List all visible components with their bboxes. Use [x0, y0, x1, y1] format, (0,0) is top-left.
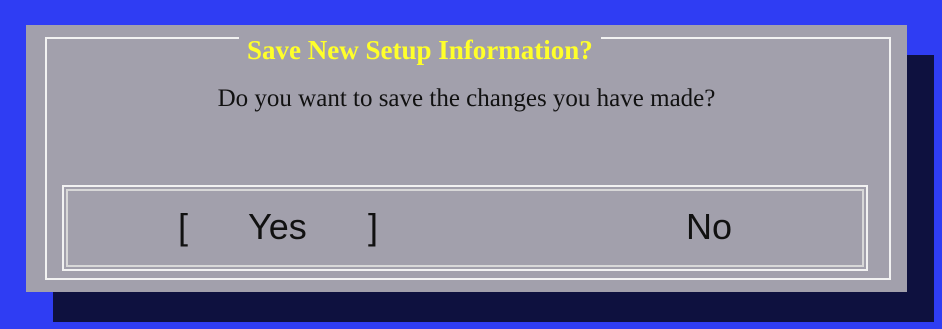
yes-button[interactable]: Yes — [248, 206, 307, 248]
no-button[interactable]: No — [686, 206, 732, 248]
save-setup-dialog: Save New Setup Information? Do you want … — [26, 25, 907, 292]
yes-selection-bracket-left: [ — [178, 206, 189, 247]
dialog-title: Save New Setup Information? — [239, 33, 601, 67]
yes-selection-bracket-right: ] — [368, 206, 379, 247]
bios-screen: Save New Setup Information? Do you want … — [0, 0, 942, 329]
button-area: [ Yes ] No — [62, 185, 868, 271]
dialog-message: Do you want to save the changes you have… — [217, 85, 716, 112]
